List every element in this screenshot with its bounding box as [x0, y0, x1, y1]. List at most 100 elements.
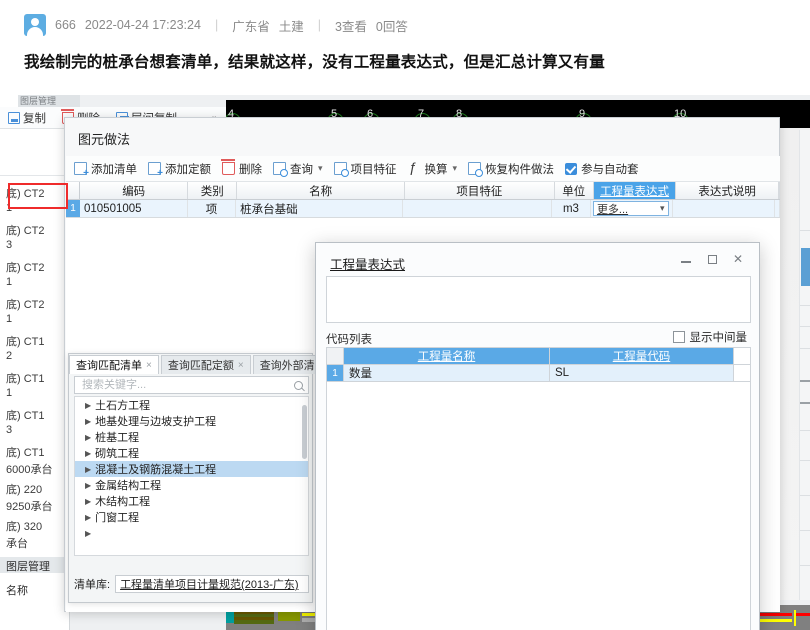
column-header-name[interactable]: 名称	[237, 182, 406, 199]
close-icon[interactable]: ×	[238, 360, 244, 371]
list-item[interactable]: 1	[6, 276, 12, 288]
expression-combobox[interactable]: 更多... ▾	[592, 201, 669, 216]
column-header-expression[interactable]: 工程量表达式	[593, 182, 677, 199]
maximize-button[interactable]	[699, 249, 725, 269]
list-item[interactable]: 底) CT1	[6, 444, 45, 460]
tree-scrollbar[interactable]	[302, 405, 307, 459]
list-item[interactable]: 1	[6, 387, 12, 399]
restore-component-method-button[interactable]: 恢复构件做法	[468, 161, 554, 177]
list-item[interactable]: 1	[6, 313, 12, 325]
list-item[interactable]: 承台	[6, 535, 28, 551]
list-item[interactable]: 6000承台	[6, 461, 52, 477]
classification-tree[interactable]: ▶ 土石方工程 ▶ 地基处理与边坡支护工程 ▶ 桩基工程 ▶ 砌筑工程 ▶ 混凝土及钢筋混…	[74, 396, 309, 556]
delete-button[interactable]: 删除	[221, 159, 262, 177]
list-library-value[interactable]: 工程量清单项目计量规范(2013-广东)	[115, 575, 309, 593]
copy-button[interactable]: 复制	[8, 110, 46, 126]
auto-apply-checkbox[interactable]: 参与自动套	[565, 161, 639, 177]
column-header-feature[interactable]: 项目特征	[405, 182, 555, 199]
tree-item[interactable]: ▶ 砌筑工程	[75, 445, 308, 461]
list-item[interactable]: 3	[6, 239, 12, 251]
cell-feature[interactable]	[403, 200, 552, 217]
convert-button[interactable]: 换算 ▾	[408, 159, 458, 177]
chevron-right-icon[interactable]: ▶	[85, 401, 91, 410]
query-button[interactable]: 查询 ▾	[273, 161, 323, 177]
column-header-code[interactable]: 编码	[80, 182, 189, 199]
tree-item-label: 桩基工程	[95, 432, 140, 444]
tree-item-selected[interactable]: ▶ 混凝土及钢筋混凝土工程	[75, 461, 308, 477]
list-item[interactable]: 9250承台	[6, 498, 52, 514]
layer-manage-tab-bottom[interactable]: 图层管理	[6, 558, 50, 574]
column-header-extra[interactable]: 单	[778, 182, 780, 199]
list-item[interactable]: 3	[6, 424, 12, 436]
cell-expression-note[interactable]	[673, 200, 775, 217]
list-item[interactable]: 底) CT2	[6, 259, 45, 275]
list-item[interactable]: 底) CT1	[6, 407, 45, 423]
chevron-right-icon[interactable]: ▶	[85, 417, 91, 426]
list-item[interactable]: 1	[6, 202, 12, 214]
cell-quantity-code[interactable]: SL	[550, 365, 734, 382]
show-intermediate-checkbox[interactable]: 显示中间量	[672, 329, 747, 345]
left-properties-column[interactable]: 图层管理 复制 删除 层间复制 » 底) CT2 1 底) CT2	[0, 95, 226, 630]
list-item[interactable]: 底) CT2	[6, 185, 45, 201]
column-header-quantity-code[interactable]: 工程量代码	[550, 348, 734, 365]
cell-quantity-name[interactable]: 数量	[344, 365, 550, 382]
table-row[interactable]: 1 010501005 项 桩承台基础 m3 更多... ▾	[66, 200, 780, 218]
search-input[interactable]	[80, 378, 280, 392]
tree-item[interactable]: ▶ 金属结构工程	[75, 477, 308, 493]
list-item[interactable]: 2	[6, 350, 12, 362]
list-item[interactable]: 底) CT1	[6, 333, 45, 349]
list-item[interactable]: 底) CT2	[6, 296, 45, 312]
tab-query-match-list[interactable]: 查询匹配清单 ×	[69, 355, 159, 374]
post-header: 666 2022-04-24 17:23:24 | 广东省 土建 | 3查看 0…	[0, 0, 810, 95]
grid-corner	[66, 182, 80, 199]
chevron-down-icon[interactable]: ▾	[318, 163, 323, 174]
list-item[interactable]: 底) CT1	[6, 370, 45, 386]
chevron-right-icon[interactable]: ▶	[85, 433, 91, 442]
column-header-expr-note[interactable]: 表达式说明	[676, 182, 779, 199]
list-item[interactable]: 底) 320	[6, 518, 42, 534]
checkbox-icon[interactable]	[672, 331, 685, 343]
chevron-down-icon[interactable]: ▾	[453, 163, 458, 174]
minimize-button[interactable]	[673, 249, 699, 269]
checkbox-checked-icon[interactable]	[565, 162, 578, 175]
close-icon[interactable]: ×	[146, 360, 152, 371]
add-quota-button[interactable]: 添加定额	[148, 161, 211, 179]
column-header-type[interactable]: 类别	[188, 182, 238, 199]
cell-name[interactable]: 桩承台基础	[236, 200, 404, 217]
list-item[interactable]: 底) 220	[6, 481, 42, 497]
list-item[interactable]: 底) CT2	[6, 222, 45, 238]
chevron-right-icon[interactable]: ▶	[85, 529, 91, 538]
tree-item[interactable]: ▶ 木结构工程	[75, 493, 308, 509]
tree-item[interactable]: ▶ 地基处理与边坡支护工程	[75, 413, 308, 429]
expression-textarea[interactable]	[326, 276, 751, 323]
tree-item-partial[interactable]: ▶	[75, 525, 308, 541]
column-header-unit[interactable]: 单位	[555, 182, 594, 199]
chevron-down-icon[interactable]: ▾	[660, 203, 665, 214]
chevron-right-icon[interactable]: ▶	[85, 481, 91, 490]
chevron-right-icon[interactable]: ▶	[85, 449, 91, 458]
cell-expression[interactable]: 更多... ▾	[591, 200, 673, 217]
query-search-box[interactable]	[74, 376, 309, 394]
tab-query-match-quota[interactable]: 查询匹配定额 ×	[160, 355, 251, 374]
chevron-right-icon[interactable]: ▶	[85, 497, 91, 506]
cell-unit[interactable]: m3	[552, 200, 591, 217]
project-feature-label: 项目特征	[350, 163, 397, 176]
tree-item[interactable]: ▶ 桩基工程	[75, 429, 308, 445]
cell-code[interactable]: 010501005	[80, 200, 188, 217]
query-label: 查询	[290, 163, 313, 176]
close-button[interactable]: ✕	[725, 249, 751, 269]
app-vertical-scrollbar[interactable]	[799, 130, 810, 600]
chevron-right-icon[interactable]: ▶	[85, 465, 91, 474]
chevron-right-icon[interactable]: ▶	[85, 513, 91, 522]
layer-manage-tab-top[interactable]: 图层管理	[18, 95, 80, 107]
cell-extra[interactable]	[775, 200, 780, 217]
tree-item[interactable]: ▶ 土石方工程	[75, 397, 308, 413]
magnifier-icon[interactable]	[294, 380, 303, 390]
add-list-button[interactable]: 添加清单	[74, 161, 137, 179]
tree-item[interactable]: ▶ 门窗工程	[75, 509, 308, 525]
table-row[interactable]: 1 数量 SL	[327, 365, 750, 382]
project-feature-button[interactable]: 项目特征	[333, 161, 397, 177]
scrollbar-thumb[interactable]	[801, 248, 810, 286]
cell-type[interactable]: 项	[188, 200, 237, 217]
column-header-quantity-name[interactable]: 工程量名称	[344, 348, 550, 365]
